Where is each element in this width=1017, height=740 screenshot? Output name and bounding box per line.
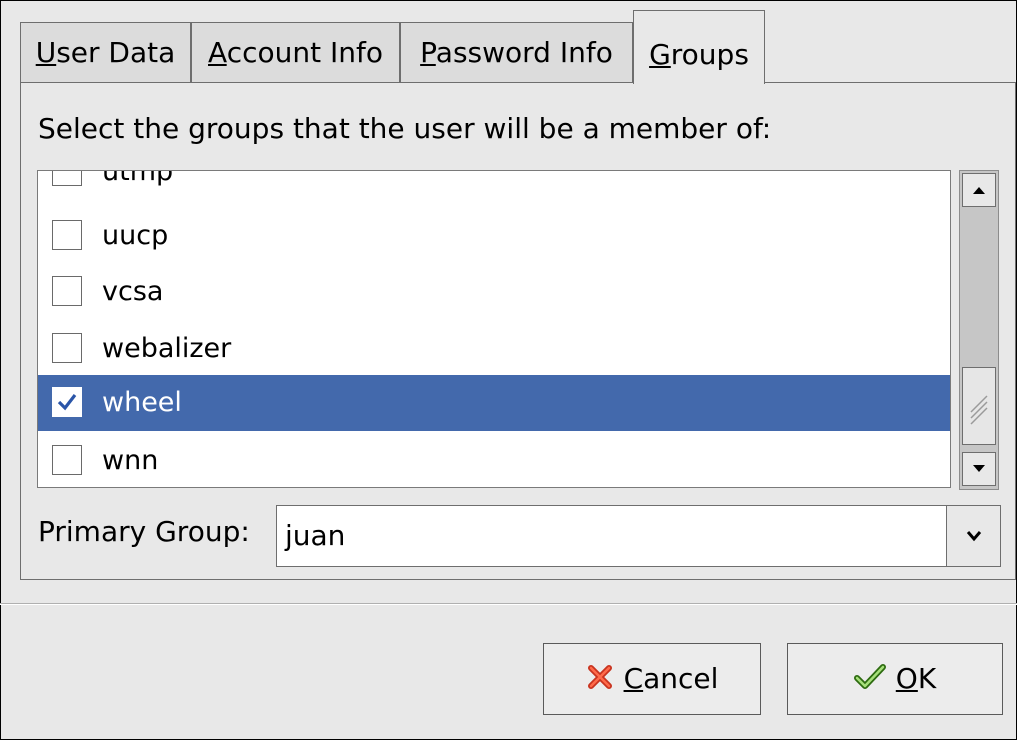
group-list[interactable]: utmp uucp vcsa webalizer wheel wnn xyxy=(37,170,951,488)
group-name: wheel xyxy=(102,387,182,418)
group-name: utmp xyxy=(102,170,174,187)
tab-user-data[interactable]: User Data xyxy=(20,22,191,82)
group-checkbox[interactable] xyxy=(52,220,82,250)
tab-mnemonic: A xyxy=(208,36,227,69)
tab-mnemonic: P xyxy=(420,36,436,69)
checkmark-icon xyxy=(853,664,886,689)
tab-label: ccount Info xyxy=(226,36,383,69)
scroll-thumb[interactable] xyxy=(962,367,996,445)
cancel-button[interactable]: Cancel xyxy=(543,643,761,715)
group-checkbox[interactable] xyxy=(52,445,82,475)
arrow-up-icon xyxy=(973,187,985,194)
list-item[interactable]: wnn xyxy=(38,433,950,487)
group-checkbox[interactable] xyxy=(52,171,82,186)
ok-mnemonic: O xyxy=(895,662,918,695)
primary-group-combo[interactable]: juan xyxy=(276,505,1001,567)
cancel-label: ancel xyxy=(643,662,719,695)
cancel-x-icon xyxy=(587,665,612,689)
tab-mnemonic: G xyxy=(649,38,671,71)
chevron-down-icon xyxy=(966,531,981,542)
list-item[interactable]: utmp xyxy=(38,170,950,200)
group-name: vcsa xyxy=(102,276,164,307)
scroll-up-button[interactable] xyxy=(962,173,996,207)
group-name: webalizer xyxy=(102,333,232,364)
primary-group-input[interactable]: juan xyxy=(285,514,345,558)
list-scrollbar[interactable] xyxy=(959,170,999,490)
arrow-down-icon xyxy=(973,465,985,472)
ok-label: K xyxy=(917,662,937,695)
group-checkbox[interactable] xyxy=(52,333,82,363)
instruction-text: Select the groups that the user will be … xyxy=(38,112,772,145)
ok-button[interactable]: OK xyxy=(787,643,1003,715)
separator xyxy=(0,603,1017,605)
list-item[interactable]: uucp xyxy=(38,208,950,264)
scroll-down-button[interactable] xyxy=(962,452,996,486)
primary-group-dropdown-button[interactable] xyxy=(946,506,1000,566)
grip-icon xyxy=(970,395,988,425)
cancel-mnemonic: C xyxy=(623,662,644,695)
tab-account-info[interactable]: Account Info xyxy=(191,22,400,82)
list-item[interactable]: webalizer xyxy=(38,321,950,377)
group-name: uucp xyxy=(102,220,169,251)
tab-groups[interactable]: Groups xyxy=(633,10,765,84)
group-name: wnn xyxy=(102,445,159,476)
tab-mnemonic: U xyxy=(35,36,57,69)
tab-password-info[interactable]: Password Info xyxy=(400,22,633,82)
tab-label: roups xyxy=(670,38,749,71)
checkmark-icon xyxy=(57,394,77,411)
list-item[interactable]: vcsa xyxy=(38,264,950,320)
list-item-selected[interactable]: wheel xyxy=(38,375,950,431)
tab-label: ser Data xyxy=(56,36,176,69)
primary-group-label: Primary Group: xyxy=(38,515,250,548)
tab-label: assword Info xyxy=(435,36,613,69)
group-checkbox[interactable] xyxy=(52,276,82,306)
group-checkbox-checked[interactable] xyxy=(52,387,82,417)
